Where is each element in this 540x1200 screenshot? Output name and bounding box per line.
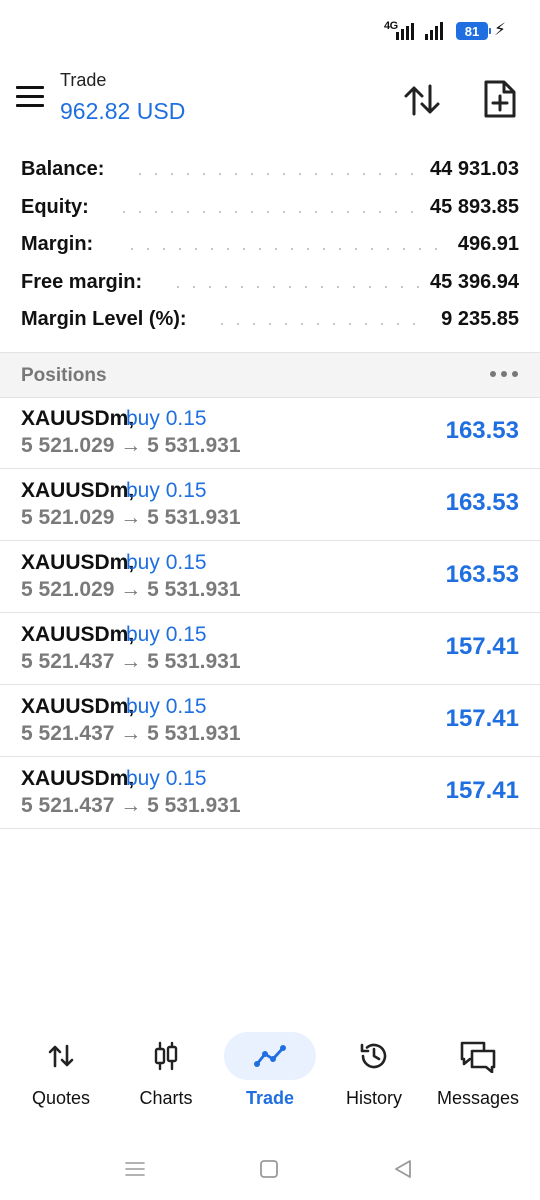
- summary-row-balance: Balance: 44 931.03: [0, 152, 540, 190]
- nav-messages-label: Messages: [436, 1088, 520, 1108]
- dotted-leader: [170, 285, 420, 288]
- recent-apps-icon[interactable]: [120, 1154, 150, 1184]
- nav-quotes-label: Quotes: [31, 1088, 91, 1108]
- positions-list: XAUUSDm, buy 0.15 5 521.029 → 5 531.931 …: [0, 397, 540, 829]
- dotted-leader: [214, 323, 420, 325]
- position-symbol: XAUUSDm,: [21, 407, 135, 430]
- position-row[interactable]: XAUUSDm, buy 0.15 5 521.029 → 5 531.931 …: [0, 397, 540, 469]
- page-title: Trade: [60, 70, 107, 90]
- dotted-leader: [132, 173, 420, 175]
- equity-label: Equity:: [21, 195, 89, 218]
- back-icon[interactable]: [388, 1154, 418, 1184]
- nav-history[interactable]: History: [320, 1020, 428, 1120]
- position-profit: 157.41: [445, 705, 519, 732]
- chat-bubbles-icon: [432, 1032, 524, 1080]
- position-symbol: XAUUSDm,: [21, 551, 135, 574]
- free-margin-value: 45 396.94: [430, 270, 519, 293]
- summary-row-equity: Equity: 45 893.85: [0, 190, 540, 228]
- nav-charts-label: Charts: [139, 1088, 193, 1108]
- battery-icon: 81: [456, 22, 491, 40]
- system-navigation-bar: [0, 1140, 540, 1200]
- signal-strength-icon-2: [425, 22, 443, 40]
- header-balance: 962.82 USD: [60, 98, 186, 124]
- margin-level-label: Margin Level (%):: [21, 308, 187, 330]
- nav-trade[interactable]: Trade: [216, 1020, 324, 1120]
- position-row[interactable]: XAUUSDm, buy 0.15 5 521.029 → 5 531.931 …: [0, 541, 540, 613]
- position-prices: 5 521.437 → 5 531.931: [21, 794, 241, 817]
- position-symbol: XAUUSDm,: [21, 623, 135, 646]
- sort-order-icon[interactable]: [402, 80, 442, 120]
- position-row[interactable]: XAUUSDm, buy 0.15 5 521.029 → 5 531.931 …: [0, 469, 540, 541]
- summary-row-margin-level: Margin Level (%): 9 235.85: [0, 302, 540, 340]
- margin-value: 496.91: [457, 233, 519, 255]
- position-row[interactable]: XAUUSDm, buy 0.15 5 521.437 → 5 531.931 …: [0, 613, 540, 685]
- position-profit: 163.53: [445, 417, 519, 444]
- home-icon[interactable]: [254, 1154, 284, 1184]
- equity-value: 45 893.85: [430, 195, 519, 218]
- trade-line-icon: [224, 1032, 316, 1080]
- summary-row-free-margin: Free margin: 45 396.94: [0, 265, 540, 303]
- position-prices: 5 521.437 → 5 531.931: [21, 650, 241, 673]
- position-side-volume: buy 0.15: [126, 767, 207, 790]
- status-bar: 4G 81 ⚡: [0, 0, 540, 60]
- candlestick-icon: [120, 1032, 212, 1080]
- charging-bolt-icon: ⚡: [494, 20, 506, 39]
- position-side-volume: buy 0.15: [126, 551, 207, 574]
- position-row[interactable]: XAUUSDm, buy 0.15 5 521.437 → 5 531.931 …: [0, 685, 540, 757]
- positions-section-header: Positions: [0, 352, 540, 398]
- nav-trade-label: Trade: [245, 1088, 295, 1108]
- position-prices: 5 521.029 → 5 531.931: [21, 578, 241, 601]
- margin-level-value: 9 235.85: [441, 308, 519, 330]
- nav-quotes[interactable]: Quotes: [7, 1020, 115, 1120]
- position-side-volume: buy 0.15: [126, 695, 207, 718]
- balance-label: Balance:: [21, 158, 105, 180]
- position-side-volume: buy 0.15: [126, 479, 207, 502]
- margin-label: Margin:: [21, 233, 94, 255]
- position-profit: 163.53: [445, 561, 519, 588]
- position-profit: 157.41: [445, 633, 519, 660]
- dotted-leader: [124, 248, 444, 250]
- battery-level: 81: [464, 23, 480, 39]
- position-prices: 5 521.029 → 5 531.931: [21, 506, 241, 529]
- quotes-arrows-icon: [15, 1032, 107, 1080]
- balance-value: 44 931.03: [430, 158, 519, 180]
- account-summary: Balance: 44 931.03 Equity: 45 893.85 Mar…: [0, 152, 540, 340]
- signal-strength-icon: [396, 22, 414, 40]
- position-side-volume: buy 0.15: [126, 623, 207, 646]
- position-row[interactable]: XAUUSDm, buy 0.15 5 521.437 → 5 531.931 …: [0, 757, 540, 829]
- position-side-volume: buy 0.15: [126, 407, 207, 430]
- history-clock-icon: [328, 1032, 420, 1080]
- position-symbol: XAUUSDm,: [21, 767, 135, 790]
- position-prices: 5 521.029 → 5 531.931: [21, 434, 241, 457]
- bottom-navigation: Quotes Charts Trade History Messages: [0, 1020, 540, 1120]
- app-header: Trade 962.82 USD: [0, 60, 540, 140]
- free-margin-label: Free margin:: [21, 270, 143, 293]
- position-profit: 157.41: [445, 777, 519, 804]
- position-profit: 163.53: [445, 489, 519, 516]
- nav-charts[interactable]: Charts: [112, 1020, 220, 1120]
- new-order-document-icon[interactable]: [482, 78, 518, 120]
- summary-row-margin: Margin: 496.91: [0, 227, 540, 265]
- more-options-icon[interactable]: [490, 367, 518, 381]
- positions-title: Positions: [21, 365, 107, 386]
- nav-messages[interactable]: Messages: [424, 1020, 532, 1120]
- menu-icon[interactable]: [16, 86, 44, 108]
- nav-history-label: History: [345, 1088, 402, 1108]
- position-prices: 5 521.437 → 5 531.931: [21, 722, 241, 745]
- position-symbol: XAUUSDm,: [21, 479, 135, 502]
- position-symbol: XAUUSDm,: [21, 695, 135, 718]
- dotted-leader: [116, 210, 420, 213]
